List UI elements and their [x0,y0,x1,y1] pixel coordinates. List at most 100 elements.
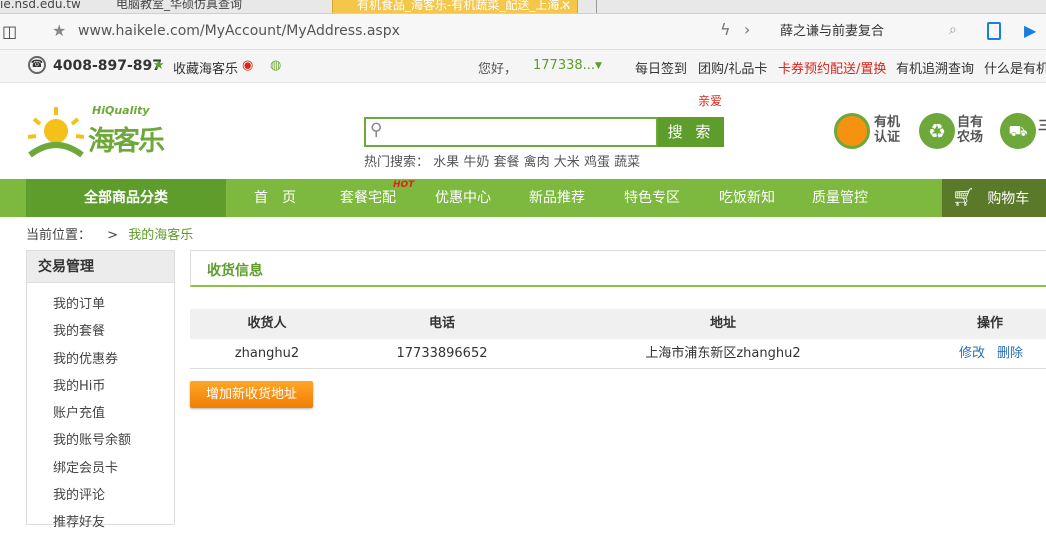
star-icon[interactable]: ★ [52,21,66,40]
hot-search-label: 热门搜索： [364,155,430,170]
sidebar-item-hi-coins[interactable]: 我的Hi币 [27,373,174,400]
browser-search-input[interactable]: 薛之谦与前妻复合 [770,20,970,44]
hot-word[interactable]: 禽肉 [524,155,550,170]
url-field[interactable]: www.haikele.com/MyAccount/MyAddress.aspx [78,23,400,39]
nav-offers[interactable]: 优惠中心 [435,179,491,217]
truck-icon: ⛟ [1000,113,1036,149]
browser-tab-active[interactable]: 有机食品_海客乐-有机蔬菜_配送_上海... ✕ [332,0,578,13]
cell-address: 上海市浦东新区zhanghu2 [645,346,801,361]
add-address-button[interactable]: 增加新收货地址 [190,381,313,408]
hot-word[interactable]: 鸡蛋 [584,155,610,170]
address-bar: ◫ ★ www.haikele.com/MyAccount/MyAddress.… [0,14,1046,50]
column-header-actions: 操作 [976,316,1003,331]
tab-divider [596,0,597,13]
badge-line: 自有 [957,115,984,130]
delete-link[interactable]: 删除 [995,339,1025,369]
hot-word[interactable]: 牛奶 [463,155,489,170]
magnifier-icon: ⚲ [370,120,383,140]
search-icon[interactable]: ⌕ [949,22,957,38]
favorite-link[interactable]: 收藏海客乐 [173,58,238,77]
reader-icon[interactable]: ◫ [2,22,17,41]
cart-label: 购物车 [987,191,1030,207]
column-header-phone: 电话 [428,316,455,331]
what-is-organic-link[interactable]: 什么是有机 [984,58,1046,77]
group-gift-link[interactable]: 团购/礼品卡 [698,58,767,77]
recycle-icon: ♻ [919,113,955,149]
all-categories[interactable]: 全部商品分类 [26,179,226,217]
main-nav: 全部商品分类 首 页 套餐宅配 HOT 优惠中心 新品推荐 特色专区 吃饭新知 … [0,179,1046,217]
username-link[interactable]: 177338... [533,58,595,73]
logo[interactable]: HiQuality 海客乐 [26,104,176,167]
hot-badge: HOT [393,180,415,190]
section-title: 收货信息 [207,263,263,279]
close-icon[interactable]: ✕ [561,0,571,13]
star-icon: ★ [153,58,165,73]
logo-text: 海客乐 [88,126,165,157]
column-header-receiver: 收货人 [247,316,287,331]
nav-new-products[interactable]: 新品推荐 [529,179,585,217]
column-header-address: 地址 [709,316,736,331]
tab-label: 有机食品_海客乐-有机蔬菜_配送_上海... [357,0,571,12]
hot-word[interactable]: 水果 [433,155,459,170]
hotline-number: 4008-897-897 [53,58,163,74]
delivery-badge[interactable]: ⛟ 三 [1000,113,1046,157]
play-icon[interactable]: ▶ [1024,21,1036,40]
hot-search: 热门搜索： 水果 牛奶 套餐 禽肉 大米 鸡蛋 蔬菜 [364,151,640,170]
wechat-icon[interactable]: ◍ [270,58,281,73]
logo-subtitle: HiQuality [92,104,150,117]
weibo-icon[interactable]: ◉ [242,58,253,73]
own-farm-badge[interactable]: ♻ 自有 农场 [919,113,999,157]
organic-icon [834,113,870,149]
organic-certified-badge[interactable]: 有机 认证 [834,113,914,157]
sidebar-item-orders[interactable]: 我的订单 [27,291,174,318]
cell-phone: 17733896652 [396,346,488,361]
lightning-icon[interactable]: ϟ [720,20,731,39]
tab-label: 电脑教室_华硕仿真查询 [116,0,243,11]
nav-quality[interactable]: 质量管控 [812,179,868,217]
edit-link[interactable]: 修改 [957,339,987,369]
checkin-link[interactable]: 每日签到 [635,58,687,77]
phone-icon: ☎ [28,56,46,74]
hot-word[interactable]: 大米 [554,155,580,170]
nav-featured[interactable]: 特色专区 [624,179,680,217]
sidebar-item-member-card[interactable]: 绑定会员卡 [27,455,174,482]
browser-tab-strip: ie.nsd.edu.tw/... 电脑教室_华硕仿真查询 有机食品_海客乐-有… [0,0,1046,14]
hot-word[interactable]: 蔬菜 [614,155,640,170]
sidebar-item-refer[interactable]: 推荐好友 [27,509,174,536]
breadcrumb: 当前位置： > 我的海客乐 [26,224,193,243]
nav-food-news[interactable]: 吃饭新知 [719,179,775,217]
badge-line: 农场 [957,130,984,145]
hot-word[interactable]: 套餐 [493,155,519,170]
browser-tab[interactable]: ie.nsd.edu.tw/... [0,0,80,13]
sidebar-item-packages[interactable]: 我的套餐 [27,318,174,345]
cart-button[interactable]: 🛒︎ 购物车 [942,179,1046,217]
nav-home[interactable]: 首 页 [254,179,296,217]
cart-icon: 🛒︎ [952,187,975,208]
chevron-right-icon[interactable]: › [744,20,750,39]
sidebar-item-reviews[interactable]: 我的评论 [27,482,174,509]
sun-logo-icon [27,107,85,158]
badge-line: 三 [1038,119,1046,134]
breadcrumb-separator: > [107,228,119,243]
breadcrumb-current[interactable]: 我的海客乐 [128,228,193,243]
search-button[interactable]: 搜 索 [658,117,724,147]
account-sidebar: 交易管理 我的订单 我的套餐 我的优惠券 我的Hi币 账户充值 我的账号余额 绑… [26,250,175,530]
phone-icon[interactable] [987,22,1001,40]
trace-link[interactable]: 有机追溯查询 [896,58,974,77]
sidebar-item-balance[interactable]: 我的账号余额 [27,427,174,454]
coupon-delivery-link[interactable]: 卡券预约配送/置换 [778,58,886,77]
sidebar-item-coupons[interactable]: 我的优惠券 [27,346,174,373]
site-header: HiQuality 海客乐 亲爱 ⚲ 搜 索 热门搜索： 水果 牛奶 套餐 禽肉… [0,83,1046,179]
top-info-bar: ☎ 4008-897-897 ★ 收藏海客乐 ◉ ◍ 您好， 177338...… [0,50,1046,83]
greeting-text: 您好， [478,62,518,77]
badge-line: 认证 [874,130,901,145]
browser-tab[interactable]: 电脑教室_华硕仿真查询 [94,0,324,13]
breadcrumb-label: 当前位置： [26,228,92,243]
nav-package-delivery[interactable]: 套餐宅配 [340,179,396,217]
cell-receiver: zhanghu2 [234,346,300,361]
search-input[interactable]: ⚲ [364,117,658,147]
section-header: 收货信息 [190,250,1046,287]
promo-text[interactable]: 亲爱 [698,92,722,109]
sidebar-item-recharge[interactable]: 账户充值 [27,400,174,427]
caret-down-icon[interactable]: ▼ [595,61,602,71]
